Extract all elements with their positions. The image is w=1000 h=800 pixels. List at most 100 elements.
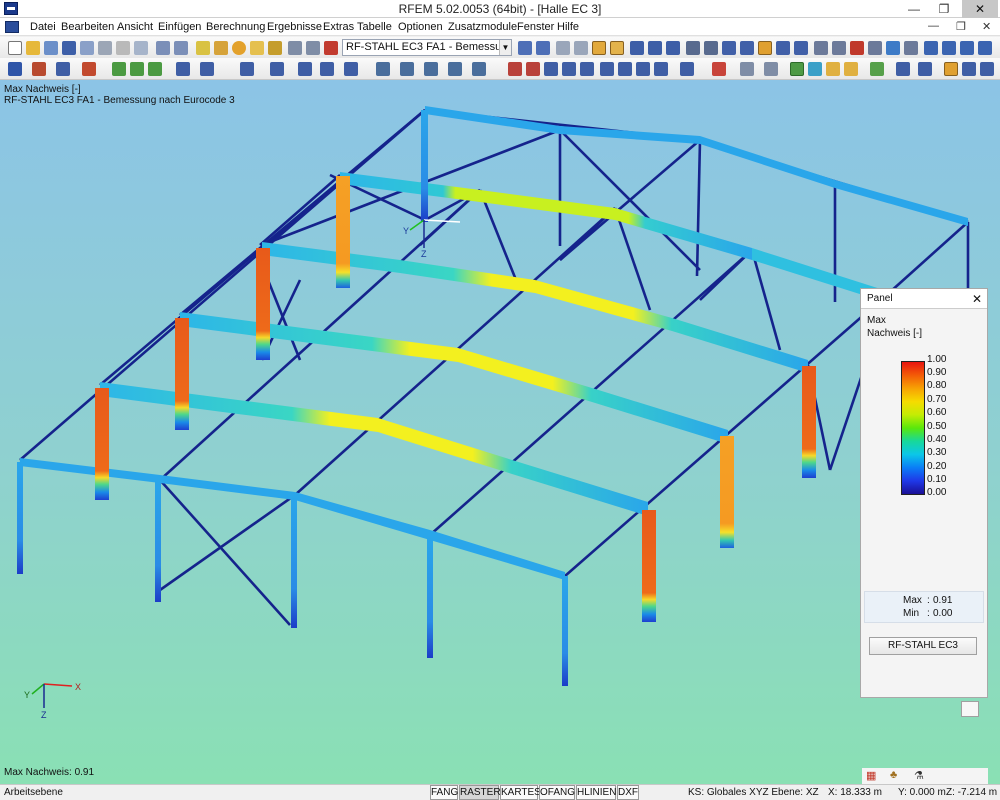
document-icon[interactable]	[5, 21, 19, 33]
table-icon[interactable]	[288, 41, 302, 55]
display-icon[interactable]	[794, 41, 808, 55]
load-case-select[interactable]: RF-STAHL EC3 FA1 - Bemessung nach E▼	[342, 39, 512, 56]
factors-tab-icon[interactable]: ♣	[890, 769, 897, 781]
axis-y-icon[interactable]	[618, 62, 632, 76]
visibility-icon[interactable]	[740, 62, 754, 76]
toggle-dxf[interactable]: DXF	[617, 785, 639, 800]
color-scale-tab-icon[interactable]: ▦	[866, 769, 876, 782]
result-values-icon[interactable]	[610, 41, 624, 55]
transparency-icon[interactable]	[844, 62, 858, 76]
grid-icon[interactable]	[896, 62, 910, 76]
edit-icon[interactable]	[214, 41, 228, 55]
member-icon[interactable]	[56, 62, 70, 76]
select-icon[interactable]	[832, 41, 846, 55]
section-icon[interactable]	[776, 41, 790, 55]
print-report-icon[interactable]	[98, 41, 112, 55]
axis-z-icon[interactable]	[636, 62, 650, 76]
mdi-minimize-button[interactable]: —	[928, 20, 939, 32]
support-icon[interactable]	[82, 62, 96, 76]
toggle-fang[interactable]: FANG	[430, 785, 458, 800]
solid-icon[interactable]	[758, 41, 772, 55]
navigator-icon[interactable]	[962, 62, 976, 76]
snap-icon[interactable]	[250, 41, 264, 55]
divide-icon[interactable]	[508, 62, 522, 76]
render-icon[interactable]	[722, 41, 736, 55]
menu-zusatzmodule[interactable]: Zusatzmodule	[448, 21, 517, 33]
menu-ansicht[interactable]: Ansicht	[117, 21, 153, 33]
zoom-icon[interactable]	[686, 41, 700, 55]
project-icon[interactable]	[472, 62, 486, 76]
dimension-icon[interactable]	[680, 62, 694, 76]
copy-move-icon[interactable]	[376, 62, 390, 76]
close-button[interactable]: ✕	[962, 0, 998, 18]
rf-stahl-button[interactable]: RF-STAHL EC3	[869, 637, 977, 655]
next-case-icon[interactable]	[536, 41, 550, 55]
menu-fenster[interactable]: Fenster	[517, 21, 554, 33]
menu-bearbeiten[interactable]: Bearbeiten	[61, 21, 114, 33]
menu-extras[interactable]: Extras	[323, 21, 354, 33]
mdi-close-button[interactable]: ✕	[982, 20, 991, 33]
settings-icon[interactable]	[978, 41, 992, 55]
layer-icon[interactable]	[942, 41, 956, 55]
chevron-down-icon[interactable]: ▼	[499, 40, 511, 55]
open-folder-icon[interactable]	[26, 41, 40, 55]
open-model-icon[interactable]	[44, 41, 58, 55]
grid-table-icon[interactable]	[306, 41, 320, 55]
target-icon[interactable]	[232, 41, 246, 55]
filter-tab-icon[interactable]: ⚗	[914, 769, 924, 782]
menu-datei[interactable]: Datei	[30, 21, 56, 33]
panel-toggle-icon[interactable]	[944, 62, 958, 76]
toggle-kartes[interactable]: KARTES	[500, 785, 541, 800]
imposed-icon[interactable]	[344, 62, 358, 76]
rotate-icon[interactable]	[400, 62, 414, 76]
mirror-icon[interactable]	[424, 62, 438, 76]
solid-model-icon[interactable]	[130, 62, 144, 76]
cylinder-icon[interactable]	[580, 62, 594, 76]
model-viewport[interactable]: Max Nachweis [-] RF-STAHL EC3 FA1 - Beme…	[0, 80, 1000, 784]
view-iso-icon[interactable]	[630, 41, 644, 55]
surface-icon[interactable]	[112, 62, 126, 76]
menu-optionen[interactable]: Optionen	[398, 21, 443, 33]
save-icon[interactable]	[62, 41, 76, 55]
print-icon[interactable]	[80, 41, 94, 55]
axis-x-icon[interactable]	[600, 62, 614, 76]
draw-icon[interactable]	[196, 41, 210, 55]
wireframe-icon[interactable]	[740, 41, 754, 55]
color-scale[interactable]	[901, 361, 925, 495]
measure-icon[interactable]	[814, 41, 828, 55]
opening-icon[interactable]	[148, 62, 162, 76]
deformation-icon[interactable]	[574, 41, 588, 55]
axis-all-icon[interactable]	[654, 62, 668, 76]
surface-load-icon[interactable]	[320, 62, 334, 76]
set-of-members-icon[interactable]	[200, 62, 214, 76]
menu-hilfe[interactable]: Hilfe	[557, 21, 579, 33]
load-icon[interactable]	[240, 62, 254, 76]
filter-icon[interactable]	[868, 41, 882, 55]
table-toggle-icon[interactable]	[980, 62, 994, 76]
line-icon[interactable]	[32, 62, 46, 76]
workplane-icon[interactable]	[918, 62, 932, 76]
comment-icon[interactable]	[712, 62, 726, 76]
box-icon[interactable]	[562, 62, 576, 76]
results-icon[interactable]	[556, 41, 570, 55]
menu-berechnung[interactable]: Berechnung	[206, 21, 265, 33]
scale-icon[interactable]	[448, 62, 462, 76]
node-icon[interactable]	[8, 62, 22, 76]
connect-icon[interactable]	[526, 62, 540, 76]
options-icon[interactable]	[960, 41, 974, 55]
extrude-icon[interactable]	[544, 62, 558, 76]
view-x-icon[interactable]	[648, 41, 662, 55]
menu-einfuegen[interactable]: Einfügen	[158, 21, 201, 33]
model-data-icon[interactable]	[268, 41, 282, 55]
colors-icon[interactable]	[826, 62, 840, 76]
previous-case-icon[interactable]	[518, 41, 532, 55]
redo-icon[interactable]	[174, 41, 188, 55]
panel-close-icon[interactable]: ✕	[972, 292, 982, 306]
rendering-icon[interactable]	[808, 62, 822, 76]
mdi-restore-button[interactable]: ❐	[956, 20, 966, 33]
magnifier-icon[interactable]	[961, 701, 979, 717]
clipboard-icon[interactable]	[134, 41, 148, 55]
info-icon[interactable]	[904, 41, 918, 55]
calculate-icon[interactable]	[324, 41, 338, 55]
member-load-icon[interactable]	[298, 62, 312, 76]
